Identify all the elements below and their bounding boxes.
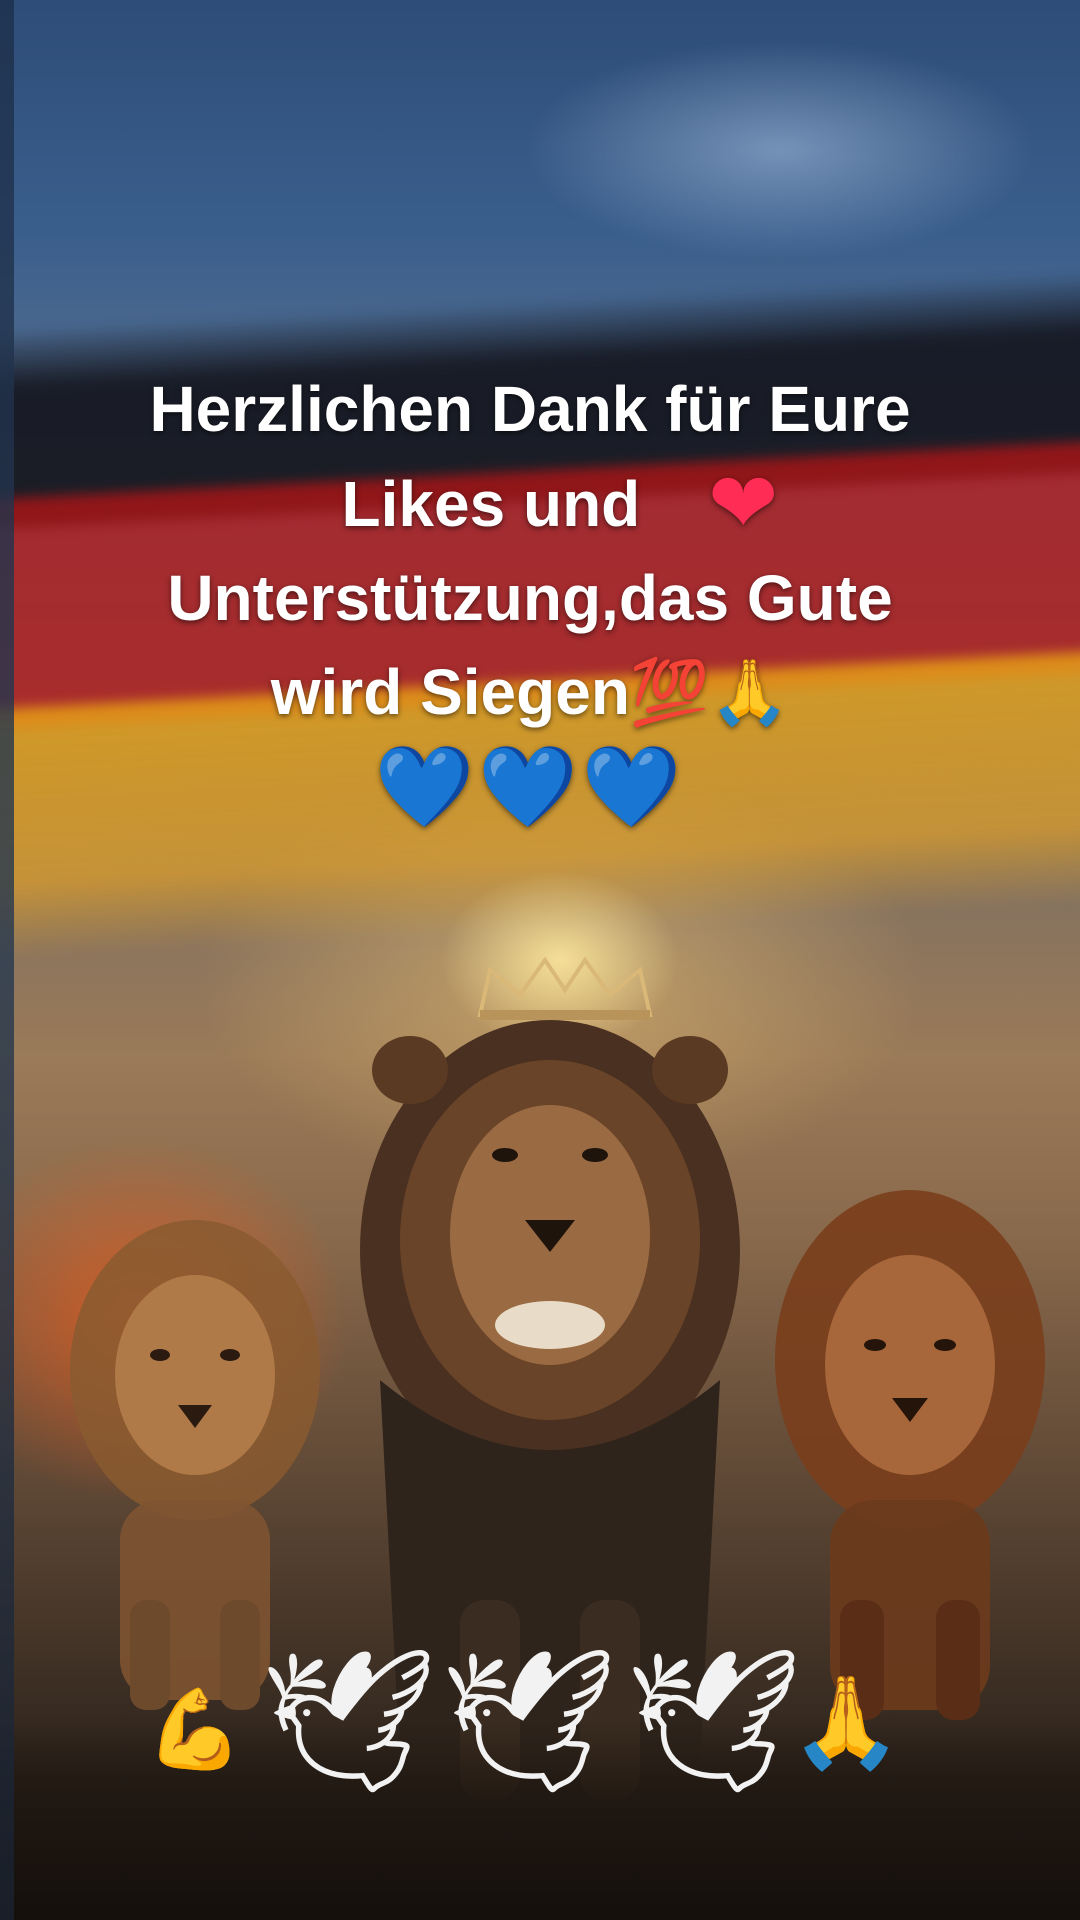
flexed-biceps-icon: 💪 (146, 1685, 244, 1775)
caption-line-4: wird Siegen💯🙏 (60, 645, 1000, 740)
caption-line-4-text: wird Siegen (270, 656, 630, 728)
caption-line-2: Likes und ❤ (60, 456, 1000, 551)
praying-hands-icon: 🙏 (790, 1670, 903, 1775)
bottom-emoji-row: 💪 🕊 🕊 🕊 🙏 (130, 1640, 930, 1830)
crown-icon (477, 956, 653, 1020)
hundred-and-pray-icons: 💯🙏 (629, 656, 790, 730)
dove-icon: 🕊 (625, 1640, 803, 1803)
caption-line-2-text: Likes und (341, 468, 641, 540)
video-frame: Herzlichen Dank für Eure Likes und ❤ Unt… (0, 0, 1080, 1920)
dove-icon: 🕊 (260, 1640, 438, 1803)
caption-text: Herzlichen Dank für Eure Likes und ❤ Unt… (60, 362, 1000, 834)
blue-hearts-icons: 💙💙💙 (374, 740, 686, 833)
caption-line-1: Herzlichen Dank für Eure (149, 373, 911, 445)
red-heart-icon: ❤ (708, 454, 779, 552)
sky-cloud (520, 40, 1040, 260)
left-edge-strip (0, 0, 14, 1920)
dove-icon: 🕊 (440, 1640, 618, 1803)
caption-line-3: Unterstützung,das Gute (167, 562, 893, 634)
